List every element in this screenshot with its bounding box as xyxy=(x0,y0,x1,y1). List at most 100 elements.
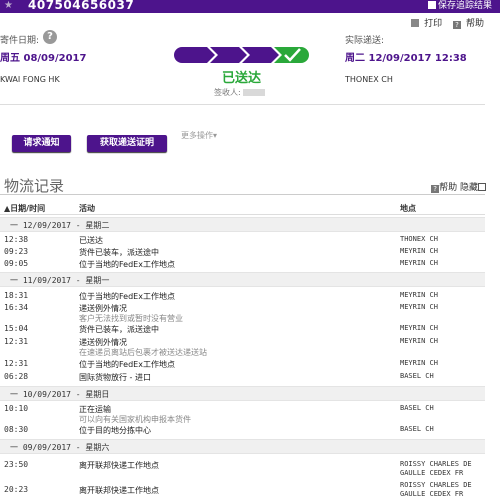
actual-delivery-label: 实际递送: xyxy=(345,36,385,46)
event-activity: 货件已装车，派送途中 xyxy=(79,325,159,334)
section-divider xyxy=(0,194,485,195)
day-label: 一 11/09/2017 - 星期一 xyxy=(10,276,110,285)
event-location: ROISSY CHARLES DE GAULLE CEDEX FR xyxy=(400,460,472,477)
table-row: 12:31 递送例外情况 在速递员离站后包裹才被送达递送站 MEYRIN CH xyxy=(0,337,485,357)
print-label: 打印 xyxy=(424,19,443,29)
event-activity: 离开联邦快递工作地点 xyxy=(79,461,159,470)
travel-history-title: 物流记录 xyxy=(4,177,65,195)
help-label: 帮助 xyxy=(465,19,484,29)
section-help-link[interactable]: ? 帮助 xyxy=(431,183,457,193)
day-group-header[interactable]: 一 09/09/2017 - 星期六 xyxy=(0,439,485,454)
table-row: 18:31 位于当地的FedEx工作地点 MEYRIN CH xyxy=(0,291,485,302)
day-label: 一 12/09/2017 - 星期二 xyxy=(10,221,110,230)
progress-step-1 xyxy=(174,47,215,63)
day-group-header[interactable]: 一 11/09/2017 - 星期一 xyxy=(0,272,485,287)
request-notification-button[interactable]: 请求通知 xyxy=(12,135,71,152)
event-detail: 可以向有关国家机构申报本货件 xyxy=(79,415,191,424)
table-row: 09:23 货件已装车，派送途中 MEYRIN CH xyxy=(0,247,485,258)
event-activity: 位于当地的FedEx工作地点 xyxy=(79,260,175,269)
event-location: BASEL CH xyxy=(400,372,434,380)
event-location: BASEL CH xyxy=(400,404,434,412)
event-detail: 在速递员离站后包裹才被送达递送站 xyxy=(79,348,207,357)
day-group-header[interactable]: 一 12/09/2017 - 星期二 xyxy=(0,217,485,232)
event-activity: 位于当地的FedEx工作地点 xyxy=(79,292,175,301)
event-location: MEYRIN CH xyxy=(400,247,438,255)
table-row: 10:10 正在运输 可以向有关国家机构申报本货件 BASEL CH xyxy=(0,404,485,424)
table-row: 08:30 位于目的地分拣中心 BASEL CH xyxy=(0,425,485,436)
event-activity: 货件已装车，派送途中 xyxy=(79,248,159,257)
help-link[interactable]: ? 帮助 xyxy=(449,19,484,29)
collapse-icon xyxy=(478,183,486,191)
table-row: 12:38 已送达 THONEX CH xyxy=(0,235,485,246)
event-location: MEYRIN CH xyxy=(400,291,438,299)
table-header: ▲日期/时间 活动 地点 xyxy=(0,201,485,215)
event-time: 23:50 xyxy=(4,460,29,469)
table-row: 15:04 货件已装车，派送途中 MEYRIN CH xyxy=(0,324,485,335)
redacted-name xyxy=(242,89,265,96)
print-help-links: 打印 ? 帮助 xyxy=(403,16,484,29)
event-location: MEYRIN CH xyxy=(400,303,438,311)
printer-icon xyxy=(411,19,420,27)
event-time: 12:38 xyxy=(4,235,29,244)
table-row: 20:23 离开联邦快递工作地点 ROISSY CHARLES DE GAULLE … xyxy=(0,481,485,500)
event-activity: 位于目的地分拣中心 xyxy=(79,426,151,435)
help-icon: ? xyxy=(452,21,461,29)
table-row: 16:34 递送例外情况 客户无法找到或暂时没有营业 MEYRIN CH xyxy=(0,303,485,323)
event-time: 06:28 xyxy=(4,372,29,381)
event-time: 12:31 xyxy=(4,359,29,368)
day-label: 一 09/09/2017 - 星期六 xyxy=(10,443,110,452)
table-row: 12:31 位于当地的FedEx工作地点 MEYRIN CH xyxy=(0,359,485,370)
event-activity: 位于当地的FedEx工作地点 xyxy=(79,360,175,369)
star-icon[interactable]: ★ xyxy=(4,0,13,12)
signed-by: 签收人: xyxy=(214,87,265,98)
table-row: 23:50 离开联邦快递工作地点 ROISSY CHARLES DE GAULLE … xyxy=(0,460,485,480)
event-time: 16:34 xyxy=(4,303,29,312)
ship-date-label: 寄件日期: xyxy=(0,36,40,46)
event-location: ROISSY CHARLES DE GAULLE CEDEX FR xyxy=(400,481,472,498)
event-time: 10:10 xyxy=(4,404,29,413)
event-time: 20:23 xyxy=(4,485,29,494)
event-time: 15:04 xyxy=(4,324,29,333)
event-location: MEYRIN CH xyxy=(400,359,438,367)
column-location: 地点 xyxy=(400,204,416,213)
event-detail: 客户无法找到或暂时没有营业 xyxy=(79,314,183,323)
column-datetime[interactable]: ▲日期/时间 xyxy=(4,203,45,214)
event-activity: 国际货物放行 - 进口 xyxy=(79,373,151,382)
divider xyxy=(0,104,485,105)
event-location: MEYRIN CH xyxy=(400,259,438,267)
event-activity: 离开联邦快递工作地点 xyxy=(79,486,159,495)
more-actions-link[interactable]: 更多操作▾ xyxy=(181,130,217,141)
table-row: 09:05 位于当地的FedEx工作地点 MEYRIN CH xyxy=(0,259,485,270)
event-time: 18:31 xyxy=(4,291,29,300)
help-icon: ? xyxy=(431,185,440,193)
save-results-label: 保存追踪结果 xyxy=(437,1,492,11)
event-location: THONEX CH xyxy=(400,235,438,243)
hide-label: 隐藏 xyxy=(459,183,478,193)
checkbox-icon[interactable] xyxy=(427,1,436,9)
top-bar: ★ 407504656037 保存追踪结果 xyxy=(0,0,500,13)
section-help-label: 帮助 xyxy=(439,183,458,193)
print-link[interactable]: 打印 xyxy=(407,19,442,29)
table-row: 06:28 国际货物放行 - 进口 BASEL CH xyxy=(0,372,485,383)
column-activity: 活动 xyxy=(79,204,95,213)
hide-link[interactable]: 隐藏 xyxy=(460,183,486,193)
tracking-number: 407504656037 xyxy=(28,0,135,12)
event-location: BASEL CH xyxy=(400,425,434,433)
origin-city: KWAI FONG HK xyxy=(0,75,60,84)
save-results-checkbox[interactable]: 保存追踪结果 xyxy=(427,1,492,12)
destination-city: THONEX CH xyxy=(345,75,393,84)
delivery-status: 已送达 xyxy=(222,71,262,86)
ship-date: 周五 08/09/2017 xyxy=(0,53,87,64)
obtain-proof-button[interactable]: 获取递送证明 xyxy=(87,135,167,152)
event-time: 09:05 xyxy=(4,259,29,268)
actual-delivery-date: 周二 12/09/2017 12:38 xyxy=(345,53,467,64)
event-time: 09:23 xyxy=(4,247,29,256)
event-activity: 已送达 xyxy=(79,236,103,245)
day-group-header[interactable]: 一 10/09/2017 - 星期日 xyxy=(0,386,485,401)
progress-step-4 xyxy=(274,47,309,63)
progress-step-2 xyxy=(210,47,247,63)
question-icon[interactable]: ? xyxy=(43,30,57,44)
day-label: 一 10/09/2017 - 星期日 xyxy=(10,390,110,399)
event-location: MEYRIN CH xyxy=(400,337,438,345)
event-time: 12:31 xyxy=(4,337,29,346)
